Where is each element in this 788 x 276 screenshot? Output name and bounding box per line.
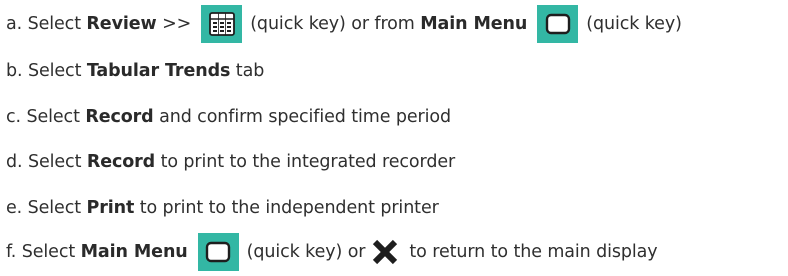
step-marker: e. (6, 198, 23, 218)
record-label: Record (85, 107, 154, 127)
close-x-button[interactable] (371, 238, 399, 266)
step-marker: a. (6, 14, 23, 34)
step-marker: c. (6, 107, 21, 127)
step-text: (quick key) (586, 14, 682, 34)
step-d: d. Select Record to print to the integra… (6, 141, 455, 183)
tabular-trends-label: Tabular Trends (86, 61, 231, 81)
main-menu-icon (205, 241, 231, 263)
step-text: and confirm specified time period (153, 107, 451, 127)
record-label: Record (86, 152, 156, 172)
step-text: Select (26, 107, 86, 127)
main-menu-icon (545, 13, 570, 35)
step-f: f. Select Main Menu (quick key) or to re… (6, 231, 658, 273)
step-text: >> (156, 14, 192, 34)
step-text: Select (27, 14, 87, 34)
main-menu-quick-key[interactable] (197, 233, 239, 271)
step-marker: f. (6, 242, 17, 262)
review-quick-key[interactable] (201, 5, 243, 43)
step-text: (quick key) or (246, 242, 366, 262)
step-b: b. Select Tabular Trends tab (6, 50, 264, 92)
close-x-icon (373, 239, 398, 265)
step-text: Select (21, 242, 81, 262)
review-label: Review (86, 14, 157, 34)
print-label: Print (86, 198, 135, 218)
step-text: Select (27, 198, 87, 218)
step-marker: d. (6, 152, 23, 172)
review-trends-icon (208, 12, 235, 36)
main-menu-label: Main Menu (80, 242, 188, 262)
step-text: tab (230, 61, 265, 81)
step-text: Select (27, 152, 87, 172)
step-text: to return to the main display (409, 242, 658, 262)
step-text: Select (27, 61, 87, 81)
step-text: (quick key) or from (250, 14, 421, 34)
step-text: to print to the integrated recorder (155, 152, 456, 172)
main-menu-label: Main Menu (420, 14, 528, 34)
step-e: e. Select Print to print to the independ… (6, 187, 439, 229)
main-menu-quick-key[interactable] (537, 5, 579, 43)
step-text: to print to the independent printer (134, 198, 439, 218)
step-marker: b. (6, 61, 23, 81)
step-c: c. Select Record and confirm specified t… (6, 96, 451, 138)
step-a: a. Select Review >> (quick key) or from (6, 3, 682, 45)
